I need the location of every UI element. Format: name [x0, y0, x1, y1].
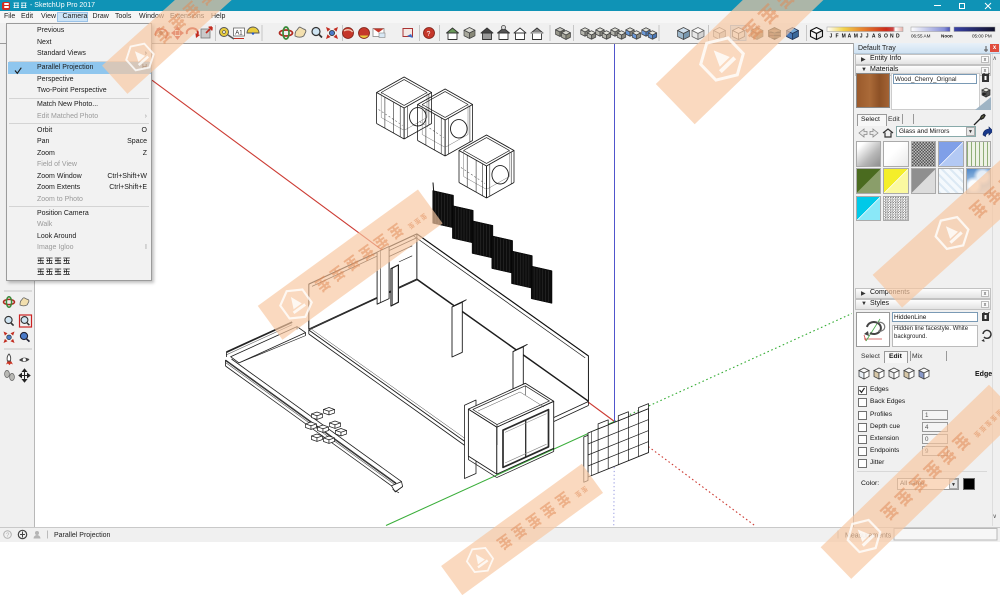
svg-text:S: S	[878, 34, 882, 40]
svg-text:M: M	[842, 34, 846, 40]
svg-text:A: A	[872, 34, 876, 40]
svg-text:06:55 AM: 06:55 AM	[911, 34, 931, 39]
svg-text:O: O	[884, 34, 888, 40]
svg-text:05:00 PM: 05:00 PM	[972, 34, 992, 39]
svg-text:A1: A1	[235, 30, 243, 36]
svg-text:J: J	[866, 34, 869, 40]
svg-text:J: J	[830, 34, 833, 40]
svg-text:Measurements: Measurements	[845, 532, 892, 539]
svg-text:Noon: Noon	[941, 34, 953, 39]
svg-text:J: J	[860, 34, 863, 40]
svg-text:A: A	[848, 34, 852, 40]
svg-text:N: N	[890, 34, 894, 40]
svg-text:D: D	[896, 34, 900, 40]
svg-text:F: F	[836, 34, 839, 40]
svg-text:?: ?	[427, 31, 431, 38]
svg-text:M: M	[854, 34, 858, 40]
svg-text:Parallel Projection: Parallel Projection	[54, 532, 111, 539]
